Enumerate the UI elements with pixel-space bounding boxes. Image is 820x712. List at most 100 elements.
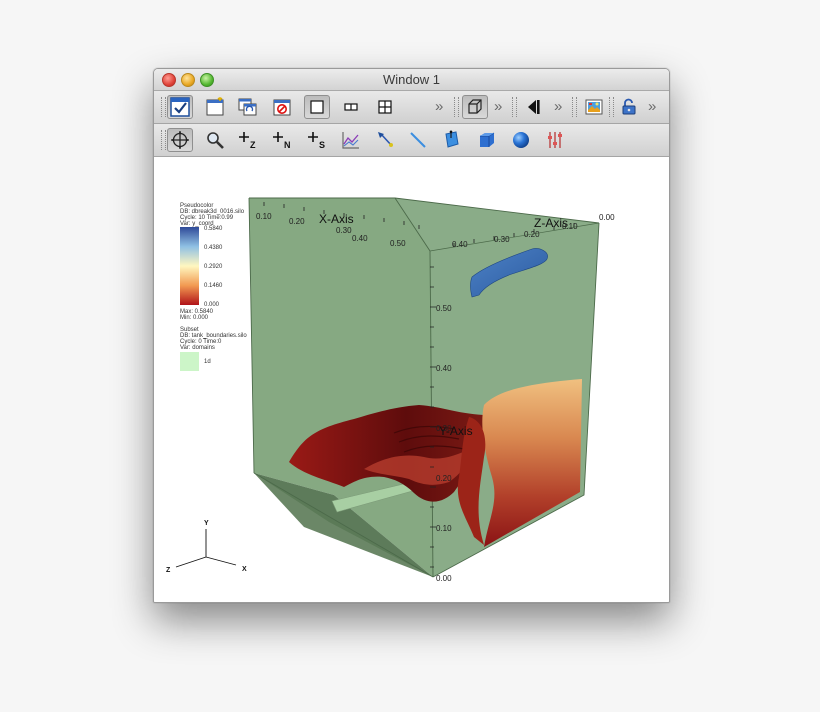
navigate-mode-button[interactable] — [167, 128, 193, 152]
render-viewport[interactable]: Pseudocolor DB: dbreak3d_0016.silo Cycle… — [154, 157, 669, 602]
pick-s-icon: S — [308, 132, 325, 150]
y-tick-label: 0.50 — [436, 304, 452, 313]
app-window: Window 1 » » » » Z N S Pseudocolor DB: d… — [153, 68, 670, 603]
orientation-triad: Y X Z — [166, 520, 247, 574]
plane-tool-icon — [445, 130, 459, 148]
zone-pick-button[interactable]: Z — [235, 128, 261, 152]
more-chevron-icon[interactable]: » — [435, 98, 443, 115]
main-toolbar: » » » » — [154, 91, 669, 124]
box-tool-button[interactable] — [474, 128, 500, 152]
toolbar-grip[interactable] — [572, 97, 577, 117]
pick-arrow-icon — [378, 132, 393, 147]
navigate-icon — [171, 131, 189, 149]
layout-1x1-button[interactable] — [304, 95, 330, 119]
colorbar-tick: 0.2920 — [204, 264, 223, 270]
3d-box-icon — [468, 99, 482, 114]
z-tick-label: 0.40 — [452, 240, 468, 249]
x-axis-title: X-Axis — [319, 212, 354, 226]
line-plot-icon — [342, 132, 359, 149]
triad-x-label: X — [242, 566, 247, 573]
triad-axes — [175, 529, 237, 568]
new-window-icon — [206, 97, 224, 116]
y-tick-label: 0.10 — [436, 524, 452, 533]
subset-swatch — [180, 352, 199, 371]
interaction-toolbar: Z N S — [154, 124, 669, 157]
pick-n-label: N — [284, 140, 291, 150]
y-tick-label: 0.00 — [436, 574, 452, 583]
pseudocolor-legend: Pseudocolor DB: dbreak3d_0016.silo Cycle… — [180, 203, 245, 321]
sliders-button[interactable] — [542, 128, 568, 152]
toolbar-grip[interactable] — [512, 97, 517, 117]
colorbar-tick: 0.1460 — [204, 283, 223, 289]
save-image-button[interactable] — [581, 95, 607, 119]
colorbar — [180, 227, 199, 305]
x-tick-label: 0.40 — [352, 234, 368, 243]
pick-n-icon: N — [273, 132, 291, 150]
y-tick-label: 0.20 — [436, 474, 452, 483]
subset-swatch-label: 1d — [204, 359, 211, 365]
x-tick-label: 0.30 — [336, 226, 352, 235]
window-title: Window 1 — [382, 72, 441, 87]
title-bar[interactable]: Window 1 — [154, 69, 669, 91]
lineout-button[interactable] — [338, 128, 364, 152]
step-back-button[interactable] — [520, 95, 546, 119]
y-tick-label: 0.30 — [436, 424, 452, 433]
z-tick-label: 0.00 — [599, 213, 615, 222]
step-back-icon — [528, 100, 540, 114]
toolbar-grip[interactable] — [161, 130, 166, 150]
z-tick-label: 0.10 — [562, 222, 578, 231]
colorbar-tick: 0.000 — [204, 302, 220, 308]
pick-point-button[interactable] — [372, 128, 398, 152]
copy-window-icon — [238, 98, 257, 116]
delete-window-icon — [273, 99, 291, 116]
x-tick-label: 0.20 — [289, 217, 305, 226]
triad-z-label: Z — [166, 567, 171, 574]
legend-variable: Var: domains — [180, 345, 215, 351]
more-chevron-icon[interactable]: » — [494, 98, 502, 115]
z-tick-label: 0.30 — [494, 235, 510, 244]
triad-y-label: Y — [204, 520, 209, 527]
x-tick-label: 0.50 — [390, 239, 406, 248]
sphere-tool-icon — [513, 132, 529, 148]
toolbar-grip[interactable] — [454, 97, 459, 117]
zoom-mode-button[interactable] — [202, 128, 228, 152]
y-tick-label: 0.40 — [436, 364, 452, 373]
sphere-tool-button[interactable] — [508, 128, 534, 152]
pick-s-label: S — [319, 140, 325, 150]
layout-1x1-icon — [310, 100, 324, 114]
x-tick-label: 0.10 — [256, 212, 272, 221]
more-chevron-icon[interactable]: » — [554, 98, 562, 115]
layout-1x2-button[interactable] — [338, 95, 364, 119]
active-window-button[interactable] — [167, 95, 193, 119]
colorbar-tick: 0.4380 — [204, 245, 223, 251]
subset-legend: Subset DB: tank_boundaries.silo Cycle: 0… — [180, 327, 247, 371]
colorbar-tick: 0.5840 — [204, 226, 223, 232]
z-tick-label: 0.20 — [524, 230, 540, 239]
3d-view-button[interactable] — [462, 95, 488, 119]
box-tool-icon — [480, 132, 495, 147]
render-scene: Pseudocolor DB: dbreak3d_0016.silo Cycle… — [166, 197, 615, 583]
sliders-icon — [548, 132, 562, 148]
lock-button[interactable] — [616, 95, 642, 119]
toolbar-grip[interactable] — [609, 97, 614, 117]
layout-2x2-button[interactable] — [372, 95, 398, 119]
new-window-button[interactable] — [202, 95, 228, 119]
plane-tool-button[interactable] — [439, 128, 465, 152]
spreadsheet-pick-button[interactable]: S — [304, 128, 330, 152]
pick-z-icon: Z — [239, 132, 256, 150]
line-tool-icon — [410, 132, 426, 148]
clone-window-button[interactable] — [235, 95, 261, 119]
delete-window-button[interactable] — [269, 95, 295, 119]
zoom-icon — [207, 132, 224, 149]
legend-min: Min: 0.000 — [180, 315, 209, 321]
layout-1x2-icon — [344, 103, 358, 111]
node-pick-button[interactable]: N — [269, 128, 295, 152]
line-tool-button[interactable] — [405, 128, 431, 152]
layout-2x2-icon — [378, 100, 392, 114]
pick-z-label: Z — [250, 140, 256, 150]
checkbox-window-icon — [170, 97, 190, 117]
toolbar-grip[interactable] — [161, 97, 166, 117]
image-icon — [585, 99, 603, 115]
more-chevron-icon[interactable]: » — [648, 98, 656, 115]
lock-icon — [622, 98, 636, 115]
